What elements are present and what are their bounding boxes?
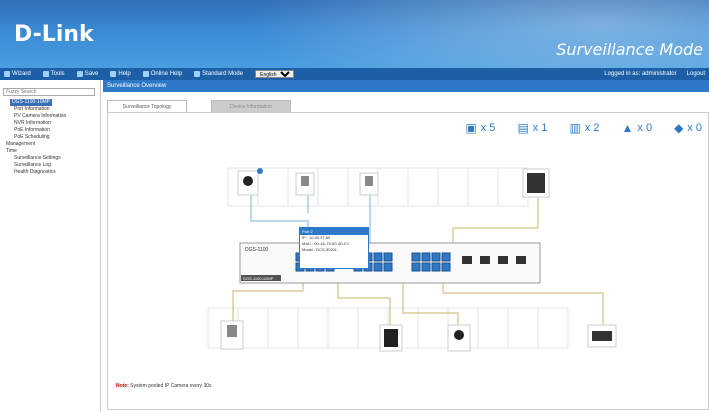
online-help-icon xyxy=(142,71,149,77)
logout-button[interactable]: Logout xyxy=(687,71,705,77)
tooltip-title: Port 2 xyxy=(300,228,368,235)
mode-title: Surveillance Mode xyxy=(556,40,703,59)
help-icon xyxy=(110,71,117,77)
tree-item-surveillance-settings[interactable]: Surveillance Settings xyxy=(4,155,100,162)
camera-device-5[interactable] xyxy=(447,324,471,352)
mode-icon xyxy=(194,71,201,77)
camera-device-2[interactable] xyxy=(295,172,315,196)
app-header: D-Link Surveillance Mode xyxy=(0,0,709,68)
language-select[interactable]: English xyxy=(255,70,295,78)
tree-item-nvr-info[interactable]: NVR Information xyxy=(4,120,100,127)
switch-model-label: DGS-1100-10MP xyxy=(243,276,274,281)
nav-tree: DGS-1100-10MP Port Information PV Camera… xyxy=(0,99,100,176)
camera-device-1[interactable] xyxy=(237,168,263,196)
note-label: Note: xyxy=(116,383,129,389)
tooltip-model: Model : DCS-5020L xyxy=(302,247,338,252)
note-text: Note: System pooled IP Camera every 30s xyxy=(116,383,212,389)
nvr-device-top[interactable] xyxy=(522,168,550,198)
help-button[interactable]: Help xyxy=(106,71,131,77)
tree-item-poe-info[interactable]: PoE Information xyxy=(4,127,100,134)
tree-group-management[interactable]: Management xyxy=(4,141,100,148)
wizard-icon xyxy=(4,71,10,77)
search-input[interactable] xyxy=(3,88,95,96)
standard-mode-button[interactable]: Standard Mode xyxy=(190,71,243,77)
server-device-2[interactable] xyxy=(587,324,617,348)
page-title: Surveillance Overview xyxy=(103,80,709,92)
save-button[interactable]: Save xyxy=(73,71,98,77)
tools-button[interactable]: Tools xyxy=(39,71,65,77)
camera-device-3[interactable] xyxy=(359,172,379,196)
port-tooltip: Port 2 IP : 10.90.37.60 MAC : 00-1A-79-0… xyxy=(299,227,369,269)
dlink-logo: D-Link xyxy=(14,22,94,47)
logged-in-label: Logged in as: administrator xyxy=(604,71,677,77)
online-help-button[interactable]: Online Help xyxy=(139,71,182,77)
topology-map: DGS-1100 DGS-1100-10MP xyxy=(207,167,617,352)
switch-device[interactable]: DGS-1100 DGS-1100-10MP xyxy=(239,242,541,284)
topology-panel: ▣ x 5 ▤ x 1 ▥ x 2 ▲ x 0 ◆ x 0 DGS-1100 D… xyxy=(107,112,709,410)
tree-group-time[interactable]: Time xyxy=(4,148,100,155)
server-device-1[interactable] xyxy=(379,324,403,352)
switch-label: DGS-1100 xyxy=(245,247,268,253)
tree-item-selected[interactable]: DGS-1100-10MP xyxy=(10,99,52,106)
main-content: Surveillance Overview Surveillance Topol… xyxy=(103,80,709,412)
tree-item-health-diagnostics[interactable]: Health Diagnostics xyxy=(4,169,100,176)
save-icon xyxy=(76,71,83,77)
tools-icon xyxy=(42,71,49,77)
tree-item-surveillance-log[interactable]: Surveillance Log xyxy=(4,162,100,169)
sidebar: DGS-1100-10MP Port Information PV Camera… xyxy=(0,80,101,412)
tree-item-camera-info[interactable]: PV Camera Information xyxy=(4,113,100,120)
wizard-button[interactable]: Wizard xyxy=(0,71,31,77)
tree-item-poe-scheduling[interactable]: PoE Scheduling xyxy=(4,134,100,141)
tree-item-port-info[interactable]: Port Information xyxy=(4,106,100,113)
camera-device-4[interactable] xyxy=(220,320,244,350)
toolbar: Wizard Tools Save Help Online Help Stand… xyxy=(0,68,709,80)
